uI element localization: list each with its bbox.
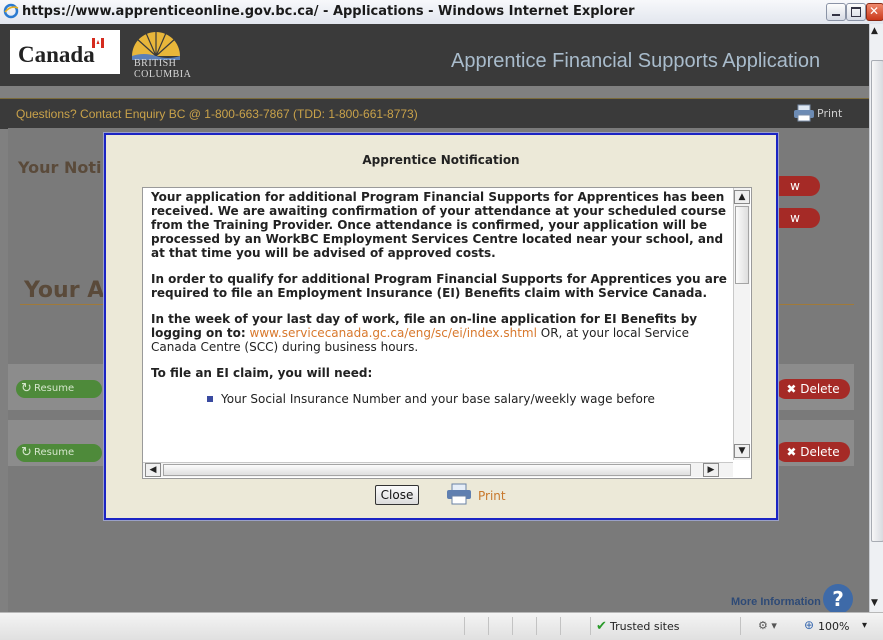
- modal-print-label: Print: [478, 489, 506, 503]
- contact-text: Questions? Contact Enquiry BC @ 1-800-66…: [16, 107, 418, 121]
- zoom-icon: ⊕: [804, 618, 815, 632]
- site-header: Canada BRITISH COLUMBIA Apprentice Finan…: [0, 24, 869, 86]
- bc-word-british: BRITISH: [134, 58, 177, 69]
- maximize-button[interactable]: [846, 3, 866, 21]
- modal-vscroll-thumb[interactable]: [735, 206, 749, 284]
- browser-vertical-scrollbar[interactable]: ▲ ▼: [869, 24, 883, 612]
- resume-icon: ↻: [21, 381, 32, 396]
- zoom-level[interactable]: 100%: [818, 620, 849, 633]
- resume-label: Resume: [34, 383, 75, 394]
- resume-button-1[interactable]: ↻ Resume: [16, 380, 102, 398]
- minimize-button[interactable]: [826, 3, 846, 21]
- delete-button-2[interactable]: ✖ Delete: [776, 442, 850, 462]
- modal-title: Apprentice Notification: [362, 153, 520, 167]
- scroll-right-icon[interactable]: ▶: [703, 463, 719, 477]
- printer-icon: [447, 483, 471, 505]
- delete-button-1[interactable]: ✖ Delete: [776, 379, 850, 399]
- bullet-icon: [207, 396, 213, 402]
- delete-label: Delete: [800, 445, 840, 459]
- paragraph-qualify: In order to qualify for additional Progr…: [151, 272, 727, 300]
- paragraph-need: To file an EI claim, you will need:: [151, 366, 373, 380]
- modal-horizontal-scrollbar[interactable]: ◀ ▶: [143, 462, 733, 477]
- resume-icon: ↻: [21, 445, 32, 460]
- header-print-label: Print: [817, 107, 843, 120]
- close-window-button[interactable]: ✕: [866, 3, 883, 21]
- status-separator: [464, 617, 465, 635]
- notification-modal: Apprentice Notification Your application…: [104, 133, 778, 520]
- resume-label: Resume: [34, 447, 75, 458]
- zoom-dropdown-icon[interactable]: ▾: [862, 620, 867, 631]
- delete-x-icon: ✖: [786, 445, 801, 459]
- status-separator: [536, 617, 537, 635]
- bullet-sin: Your Social Insurance Number and your ba…: [221, 392, 655, 406]
- status-separator: [590, 617, 591, 635]
- notices-heading: Your Noti: [18, 158, 102, 177]
- service-canada-link[interactable]: www.servicecanada.gc.ca/eng/sc/ei/index.…: [250, 326, 537, 340]
- help-icon[interactable]: ?: [823, 584, 853, 614]
- modal-vertical-scrollbar[interactable]: ▲ ▼: [733, 188, 750, 460]
- paragraph-received: Your application for additional Program …: [151, 190, 727, 260]
- close-button[interactable]: Close: [375, 485, 419, 505]
- status-separator: [512, 617, 513, 635]
- delete-x-icon: ✖: [786, 382, 801, 396]
- more-information-link[interactable]: More Information: [731, 596, 821, 608]
- browser-scroll-up-icon[interactable]: ▲: [871, 26, 878, 36]
- applications-heading: Your A: [24, 278, 105, 303]
- security-zone[interactable]: Trusted sites: [610, 620, 680, 633]
- scroll-up-icon[interactable]: ▲: [734, 190, 750, 204]
- scroll-down-icon[interactable]: ▼: [734, 444, 750, 458]
- contact-bar: Questions? Contact Enquiry BC @ 1-800-66…: [0, 98, 869, 129]
- delete-label: Delete: [800, 382, 840, 396]
- modal-scroll-area[interactable]: Your application for additional Program …: [142, 187, 752, 479]
- canada-word: Canada: [18, 42, 95, 67]
- window-titlebar: https://www.apprenticeonline.gov.bc.ca/ …: [0, 0, 883, 25]
- view-label: w: [790, 179, 800, 193]
- modal-hscroll-thumb[interactable]: [163, 464, 691, 476]
- canada-wordmark: Canada: [10, 30, 120, 74]
- modal-message: Your application for additional Program …: [151, 190, 731, 418]
- trusted-check-icon: ✔: [596, 619, 607, 634]
- protected-mode-icon[interactable]: ⚙ ▾: [758, 619, 777, 632]
- view-label: w: [790, 211, 800, 225]
- scroll-left-icon[interactable]: ◀: [145, 463, 161, 477]
- status-separator: [560, 617, 561, 635]
- status-separator: [488, 617, 489, 635]
- window-title: https://www.apprenticeonline.gov.bc.ca/ …: [22, 4, 635, 19]
- status-separator: [740, 617, 741, 635]
- ie-logo-icon: [3, 3, 19, 19]
- app-title: Apprentice Financial Supports Applicatio…: [451, 50, 821, 72]
- printer-icon: [794, 104, 814, 122]
- resume-button-2[interactable]: ↻ Resume: [16, 444, 102, 462]
- bc-word-columbia: COLUMBIA: [134, 69, 192, 80]
- canada-flag-icon: [92, 38, 104, 48]
- browser-status-bar: ✔ Trusted sites ⚙ ▾ ⊕ 100% ▾: [0, 612, 883, 640]
- browser-scroll-thumb[interactable]: [871, 60, 883, 542]
- browser-scroll-down-icon[interactable]: ▼: [871, 598, 878, 608]
